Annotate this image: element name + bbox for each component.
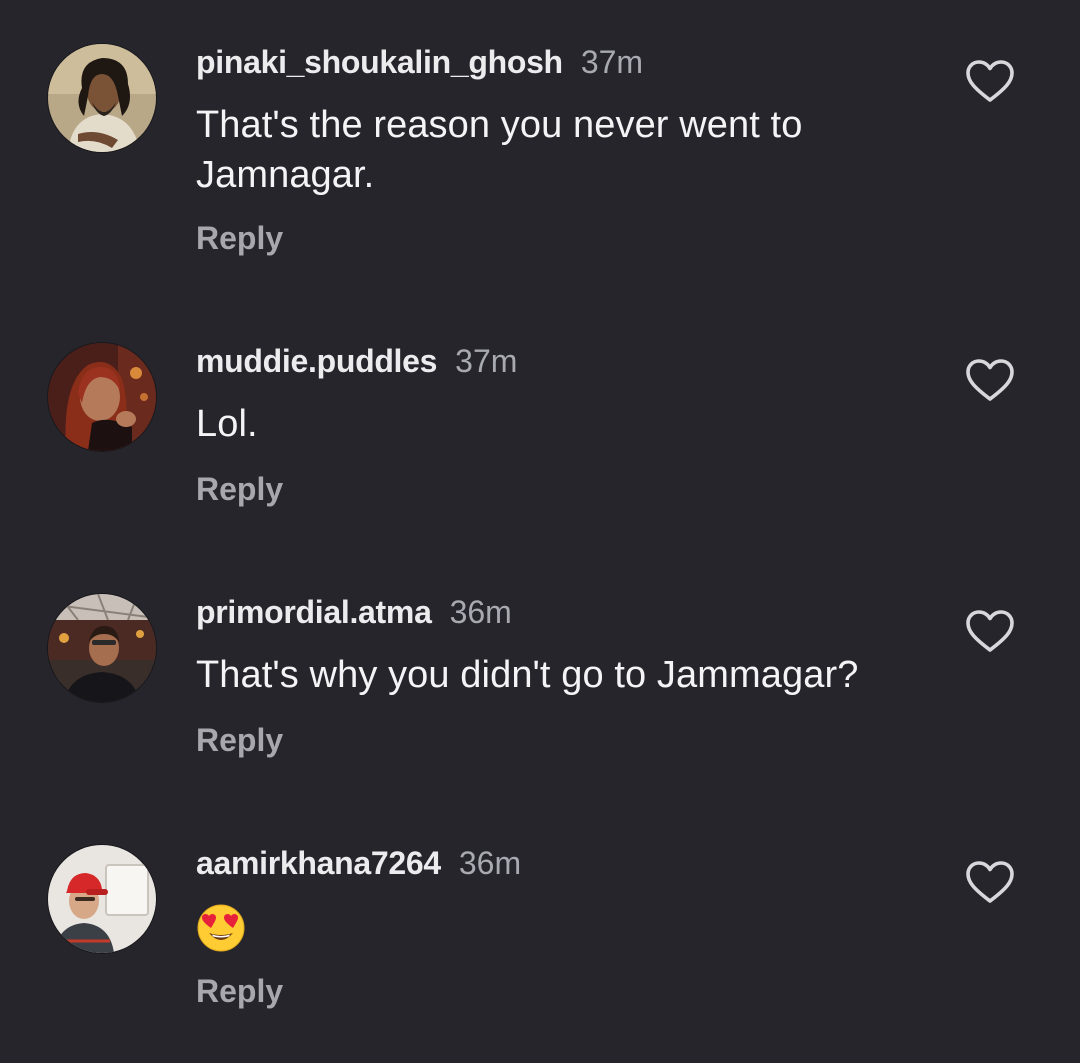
comment-text: Lol. [196, 403, 258, 445]
timestamp: 37m [580, 44, 644, 80]
comment-item: muddie.puddles 37m Lol. Reply [0, 343, 1080, 583]
timestamp: 36m [449, 594, 512, 630]
like-button[interactable] [964, 58, 1016, 106]
avatar[interactable] [48, 594, 156, 702]
heart-eyes-emoji-icon [197, 904, 245, 952]
username[interactable]: muddie.puddles [196, 343, 437, 379]
heart-outline-icon [966, 861, 1014, 903]
reply-button[interactable]: Reply [196, 220, 283, 256]
username[interactable]: primordial.atma [196, 594, 432, 630]
comment-item: primordial.atma 36m That's why you didn't… [0, 594, 1080, 834]
heart-outline-icon [966, 610, 1014, 652]
comments-list: pinaki_shoukalin_ghosh 37m That's the rea… [0, 0, 1080, 1063]
avatar[interactable] [48, 845, 156, 953]
comment-header: primordial.atma 36m [196, 594, 512, 630]
heart-outline-icon [966, 359, 1014, 401]
comment-item: aamirkhana7264 36m Reply [0, 845, 1080, 1063]
comment-text: That's the reason you never went to Jamn… [196, 104, 803, 196]
timestamp: 37m [455, 343, 518, 379]
avatar[interactable] [48, 343, 156, 451]
username[interactable]: pinaki_shoukalin_ghosh [196, 44, 563, 80]
avatar-image [48, 343, 156, 451]
heart-outline-icon [966, 60, 1014, 102]
like-button[interactable] [964, 608, 1016, 656]
username[interactable]: aamirkhana7264 [196, 845, 441, 881]
like-button[interactable] [964, 357, 1016, 405]
comment-item: pinaki_shoukalin_ghosh 37m That's the rea… [0, 44, 1080, 284]
avatar[interactable] [48, 44, 156, 152]
avatar-image [48, 845, 156, 953]
comment-header: muddie.puddles 37m [196, 343, 517, 379]
comment-text: That's why you didn't go to Jammagar? [196, 654, 859, 696]
like-button[interactable] [964, 859, 1016, 907]
avatar-image [48, 44, 156, 152]
avatar-image [48, 594, 156, 702]
timestamp: 36m [458, 845, 522, 881]
comment-header: pinaki_shoukalin_ghosh 37m [196, 44, 643, 80]
comment-header: aamirkhana7264 36m [196, 845, 521, 881]
reply-button[interactable]: Reply [196, 973, 283, 1009]
reply-button[interactable]: Reply [196, 471, 283, 507]
reply-button[interactable]: Reply [196, 722, 283, 758]
comment-text [196, 901, 956, 953]
